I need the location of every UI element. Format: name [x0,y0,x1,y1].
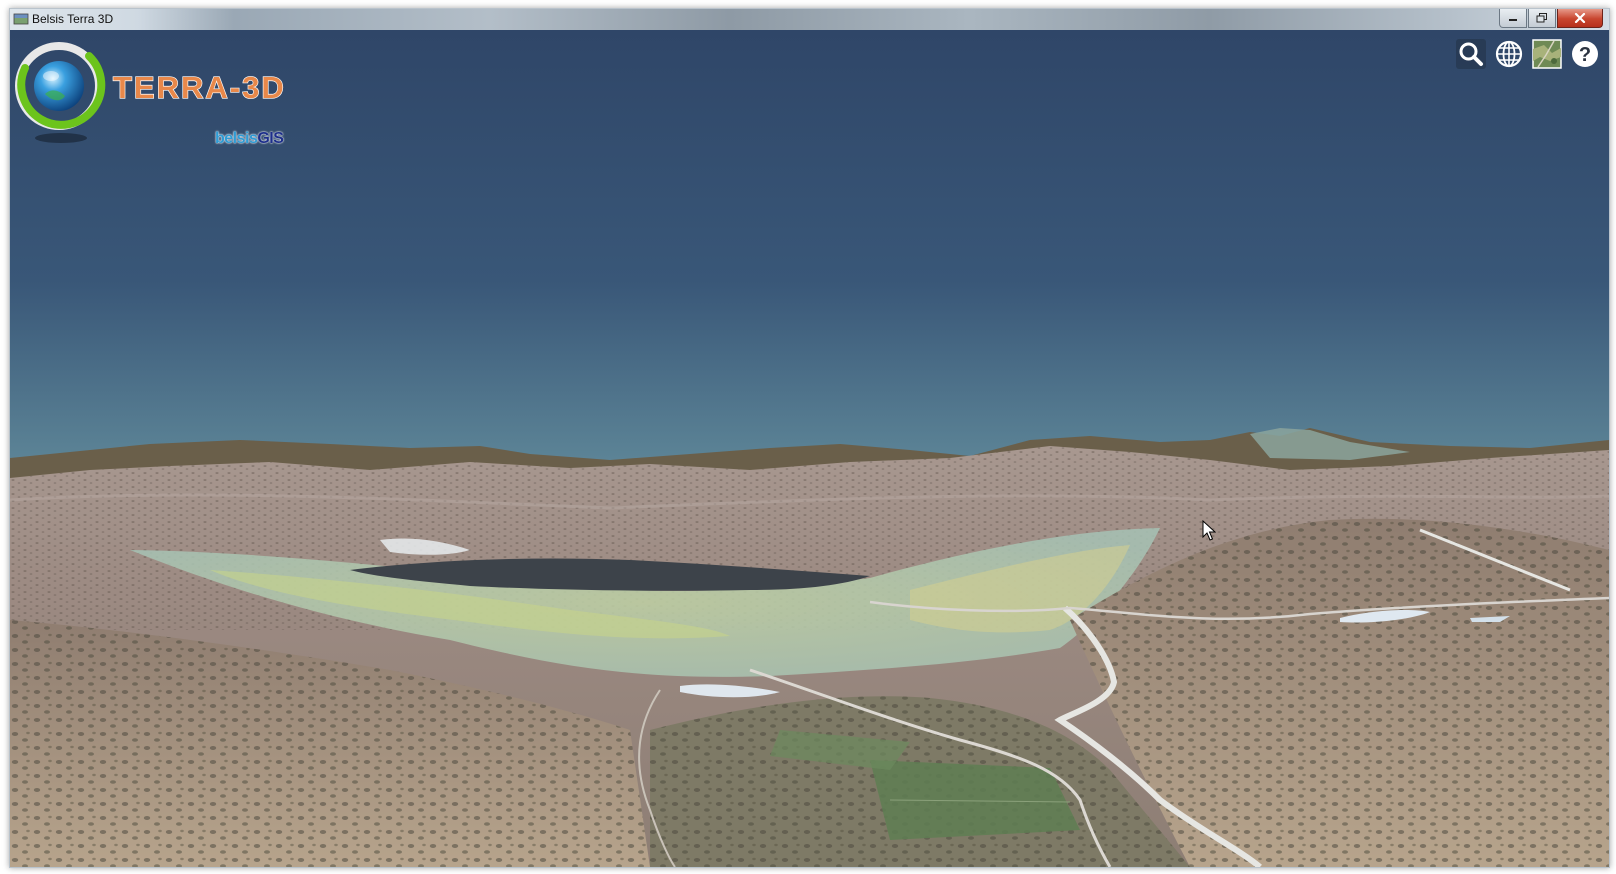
globe-button[interactable] [1493,38,1525,70]
minimize-icon [1509,19,1517,21]
close-icon [1574,13,1586,23]
svg-text:TERRA-3D: TERRA-3D [113,70,286,105]
terrain-scene [10,30,1609,867]
map-3d-viewport[interactable]: TERRA-3D belsisGIS ? [10,30,1609,867]
help-button[interactable]: ? [1569,38,1601,70]
logo-subbrand: belsisGIS [215,130,284,148]
globe-icon [1495,40,1523,68]
minimize-button[interactable] [1499,9,1527,28]
app-window: Belsis Terra 3D TERRA-3D belsisGIS ? [9,8,1610,868]
search-button[interactable] [1455,38,1487,70]
restore-icon [1536,13,1547,23]
map-toolbar: ? [1455,38,1601,70]
terra-3d-logo: TERRA-3D belsisGIS [15,38,305,148]
close-button[interactable] [1557,9,1603,28]
help-icon: ? [1572,41,1598,67]
app-icon [13,13,29,25]
logo-belsis: belsis [215,130,258,147]
restore-button[interactable] [1528,9,1556,28]
mouse-cursor-icon [1202,520,1216,541]
satellite-layer-icon [1532,39,1562,69]
title-bar[interactable]: Belsis Terra 3D [10,9,1609,30]
window-title: Belsis Terra 3D [32,12,114,26]
logo-gis: GIS [257,130,284,147]
search-icon [1456,39,1486,69]
logo-wordmark: TERRA-3D [112,69,286,105]
globe-logo-icon [15,42,106,143]
svg-text:?: ? [1579,44,1591,66]
imagery-layer-button[interactable] [1531,38,1563,70]
